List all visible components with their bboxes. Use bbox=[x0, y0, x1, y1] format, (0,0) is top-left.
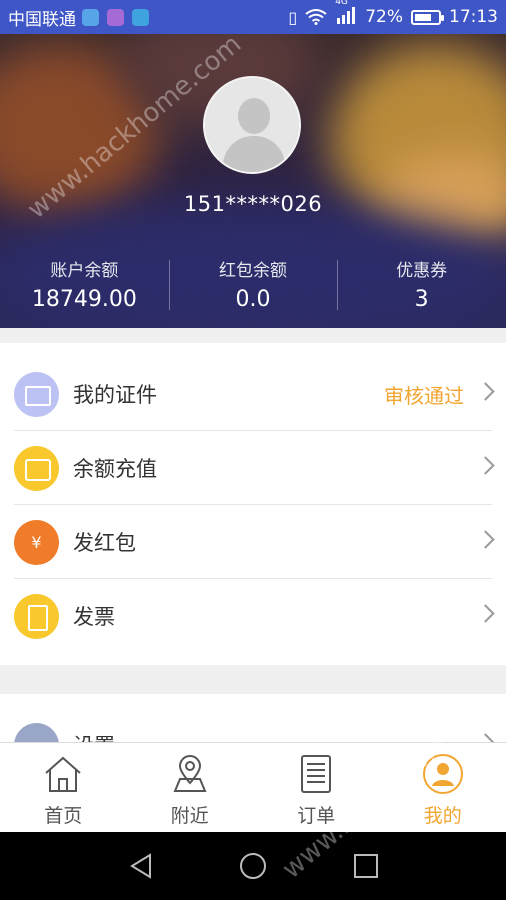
menu-card: 我的证件 审核通过 余额充值 ¥ 发红包 发票 bbox=[0, 343, 506, 665]
menu-item-label: 发票 bbox=[73, 605, 115, 629]
red-packet-icon: ¥ bbox=[14, 519, 59, 565]
menu-item-documents[interactable]: 我的证件 审核通过 bbox=[0, 357, 506, 431]
status-bar: 中国联通 ▯ 4G 72% 17:13 bbox=[0, 0, 506, 34]
order-list-icon bbox=[301, 755, 332, 793]
recents-icon[interactable] bbox=[353, 853, 379, 879]
battery-fill bbox=[415, 13, 431, 21]
id-card-icon bbox=[14, 371, 59, 417]
chevron-right-icon bbox=[476, 604, 495, 623]
tab-label: 首页 bbox=[44, 805, 83, 827]
tab-label: 附近 bbox=[170, 805, 209, 827]
tab-nearby[interactable]: 附近 bbox=[127, 743, 254, 832]
chevron-right-icon bbox=[476, 530, 495, 549]
stat-red-packet-balance[interactable]: 红包余额 0.0 bbox=[168, 256, 338, 312]
vibrate-icon: ▯ bbox=[288, 7, 298, 27]
chevron-right-icon bbox=[476, 382, 495, 401]
home-icon bbox=[45, 756, 81, 792]
back-icon[interactable] bbox=[128, 852, 154, 880]
network-type-label: 4G bbox=[335, 0, 348, 7]
menu-item-invoice[interactable]: 发票 bbox=[0, 579, 506, 653]
menu-item-recharge[interactable]: 余额充值 bbox=[0, 431, 506, 505]
battery-icon bbox=[411, 9, 444, 25]
balance-stats: 账户余额 18749.00 红包余额 0.0 优惠券 3 bbox=[0, 256, 506, 312]
stat-label: 账户余额 bbox=[50, 261, 119, 281]
stat-value: 3 bbox=[414, 287, 429, 312]
telegram-notification-icon bbox=[132, 8, 149, 26]
stat-account-balance[interactable]: 账户余额 18749.00 bbox=[0, 256, 169, 312]
tab-label: 我的 bbox=[423, 805, 462, 827]
invoice-icon bbox=[14, 593, 59, 639]
review-status-badge: 审核通过 bbox=[384, 383, 464, 408]
system-navigation-bar bbox=[0, 832, 506, 900]
clock: 17:13 bbox=[449, 7, 498, 27]
avatar[interactable] bbox=[203, 76, 301, 174]
tab-home[interactable]: 首页 bbox=[0, 743, 127, 832]
wallet-icon bbox=[14, 445, 59, 491]
stat-label: 红包余额 bbox=[219, 261, 287, 281]
menu-item-send-red-packet[interactable]: ¥ 发红包 bbox=[0, 505, 506, 579]
carrier-name: 中国联通 bbox=[8, 9, 76, 30]
gallery-notification-icon bbox=[107, 8, 124, 26]
app-notification-icon bbox=[82, 8, 99, 26]
stat-label: 优惠券 bbox=[396, 261, 448, 281]
stat-value: 18749.00 bbox=[31, 287, 137, 312]
wifi-icon bbox=[305, 9, 327, 25]
menu-item-label: 发红包 bbox=[73, 531, 136, 555]
home-circle-icon[interactable] bbox=[239, 852, 267, 880]
menu-item-label: 余额充值 bbox=[73, 457, 157, 481]
battery-percent: 72% bbox=[365, 7, 403, 27]
stat-coupons[interactable]: 优惠券 3 bbox=[337, 256, 506, 312]
chevron-right-icon bbox=[476, 456, 495, 475]
signal-icon: 4G bbox=[335, 0, 357, 29]
avatar-placeholder-icon bbox=[238, 98, 270, 134]
stat-value: 0.0 bbox=[235, 287, 271, 312]
menu-item-label: 我的证件 bbox=[73, 383, 157, 407]
location-icon bbox=[173, 755, 207, 792]
